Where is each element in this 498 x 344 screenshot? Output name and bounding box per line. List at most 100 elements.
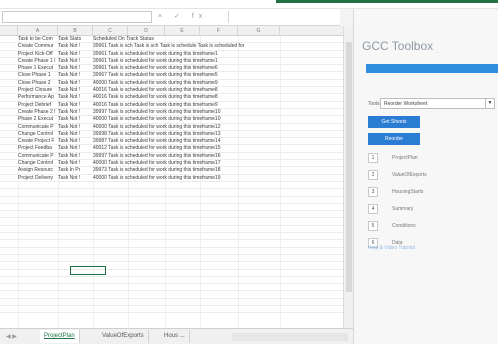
cell-b[interactable]: Task Not !: [58, 94, 93, 101]
column-header[interactable]: E: [165, 26, 200, 36]
reorder-button[interactable]: Reorder: [368, 133, 420, 145]
table-row[interactable]: Project Feedba Task Not ! 40012 Task is sc…: [0, 145, 343, 153]
empty-row[interactable]: [0, 189, 343, 197]
cell-a[interactable]: Change Control: [18, 160, 58, 167]
cell-c[interactable]: Scheduled On Track Status: [93, 36, 343, 43]
cell-c[interactable]: 39998 Task is scheduled for work during …: [93, 131, 343, 138]
order-number[interactable]: 2: [368, 170, 378, 180]
cell-b[interactable]: Task Not !: [58, 72, 93, 79]
table-row[interactable]: Phase 1 Execut Task Not ! 39961 Task is sc…: [0, 65, 343, 73]
empty-row[interactable]: [0, 248, 343, 255]
table-row[interactable]: Close Phase 2 Task Not ! 40000 Task is sch…: [0, 80, 343, 88]
empty-row[interactable]: [0, 255, 343, 263]
cell-a[interactable]: Communicate P: [18, 153, 58, 160]
empty-row[interactable]: [0, 211, 343, 219]
cell-b[interactable]: Task Not !: [58, 124, 93, 131]
get-sheets-button[interactable]: Get Sheets: [368, 116, 420, 128]
table-row[interactable]: Assign Resourc Task In Pr 39973 Task is sc…: [0, 167, 343, 175]
help-link[interactable]: Help & Video Tutorial: [368, 245, 415, 251]
table-row[interactable]: Task to be Com Task Stats Scheduled On Tra…: [0, 36, 343, 44]
table-row[interactable]: Project Debrief Task Not ! 40016 Task is s…: [0, 102, 343, 109]
table-row[interactable]: Create Phase 1 I Task Not ! 39961 Task is …: [0, 58, 343, 66]
column-header[interactable]: D: [128, 26, 165, 36]
table-row[interactable]: Change Control Task Not ! 40000 Task is sc…: [0, 160, 343, 168]
cell-c[interactable]: 39973 Task is scheduled for work during …: [93, 167, 343, 174]
table-row[interactable]: Project Delivery Task Not ! 40000 Task is …: [0, 175, 343, 182]
empty-row[interactable]: [0, 277, 343, 285]
sheet-order-item[interactable]: 4 Summary: [368, 204, 493, 214]
table-row[interactable]: Phase 2 Execut Task Not ! 40000 Task is sc…: [0, 116, 343, 124]
cell-a[interactable]: Create Project F: [18, 138, 58, 145]
tab-projectplan[interactable]: ProjectPlan: [40, 330, 80, 343]
column-header[interactable]: [0, 26, 18, 36]
column-header[interactable]: A: [18, 26, 58, 36]
table-row[interactable]: Communicate P Task Not ! 39997 Task is sch…: [0, 153, 343, 161]
cell-b[interactable]: Task Not !: [58, 160, 93, 167]
cell-b[interactable]: Task Not !: [58, 138, 93, 145]
sheet-order-item[interactable]: 5 Conditions: [368, 221, 493, 231]
empty-row[interactable]: [0, 291, 343, 299]
empty-row[interactable]: [0, 284, 343, 292]
cell-b[interactable]: Task Not !: [58, 87, 93, 94]
cell-a[interactable]: Project Feedba: [18, 145, 58, 152]
cell-a[interactable]: Performance Ap: [18, 94, 58, 101]
tab-nav-arrows[interactable]: ◀ ▶: [6, 333, 17, 340]
table-row[interactable]: Change Control Task Not ! 39998 Task is sc…: [0, 131, 343, 139]
cell-a[interactable]: Phase 2 Execut: [18, 116, 58, 123]
chevron-down-icon[interactable]: ▼: [485, 99, 494, 108]
cell-c[interactable]: 39961 Task is scheduled for work during …: [93, 58, 343, 65]
cell-c[interactable]: 40016 Task is scheduled for work during …: [93, 94, 343, 101]
cell-c[interactable]: 40000 Task is scheduled for work during …: [93, 116, 343, 123]
column-header[interactable]: B: [58, 26, 93, 36]
cell-c[interactable]: 40016 Task is scheduled for work during …: [93, 87, 343, 94]
cell-a[interactable]: Phase 1 Execut: [18, 65, 58, 72]
cell-c[interactable]: 40016 Task is scheduled for work during …: [93, 102, 343, 109]
cell-c[interactable]: 40012 Task is scheduled for work during …: [93, 145, 343, 152]
cell-c[interactable]: 39997 Task is scheduled for work during …: [93, 109, 343, 116]
cell-a[interactable]: Create Phase 2 I: [18, 109, 58, 116]
cell-a[interactable]: Project Closure: [18, 87, 58, 94]
table-row[interactable]: Create Phase 2 I Task Not ! 39997 Task is …: [0, 109, 343, 117]
column-header[interactable]: F: [200, 26, 238, 36]
empty-row[interactable]: [0, 262, 343, 270]
cell-a[interactable]: Create Phase 1 I: [18, 58, 58, 65]
table-row[interactable]: Project Kick-Off Task Not ! 39961 Task is …: [0, 51, 343, 58]
cell-b[interactable]: Task Not !: [58, 43, 93, 50]
table-row[interactable]: Project Closure Task Not ! 40016 Task is s…: [0, 87, 343, 95]
vertical-scrollbar[interactable]: [343, 26, 353, 328]
cell-a[interactable]: Change Control: [18, 131, 58, 138]
formula-input[interactable]: [228, 11, 340, 23]
sheet-order-item[interactable]: 3 HousingStarts: [368, 187, 493, 197]
cell-b[interactable]: Task Not !: [58, 175, 93, 182]
cell-b[interactable]: Task Not !: [58, 131, 93, 138]
empty-row[interactable]: [0, 233, 343, 241]
cell-b[interactable]: Task Not !: [58, 51, 93, 58]
cell-b[interactable]: Task Not !: [58, 65, 93, 72]
cell-c[interactable]: 39961 Task is scheduled for work during …: [93, 65, 343, 72]
cell-a[interactable]: Create Commur: [18, 43, 58, 50]
cell-b[interactable]: Task Stats: [58, 36, 93, 43]
empty-row[interactable]: [0, 226, 343, 234]
sheet-order-item[interactable]: 1 ProjectPlan: [368, 153, 493, 163]
cell-c[interactable]: 40000 Task is scheduled for work during …: [93, 160, 343, 167]
cell-a[interactable]: Communicate P: [18, 124, 58, 131]
name-box[interactable]: [2, 11, 152, 23]
order-number[interactable]: 1: [368, 153, 378, 163]
cell-b[interactable]: Task In Pr: [58, 167, 93, 174]
cell-b[interactable]: Task Not !: [58, 153, 93, 160]
tools-dropdown[interactable]: Reorder Worksheet ▼: [380, 98, 495, 109]
empty-row[interactable]: [0, 270, 343, 277]
column-header[interactable]: C: [93, 26, 128, 36]
order-number[interactable]: 4: [368, 204, 378, 214]
cell-c[interactable]: 39961 Task is sch Task is sch Task is sc…: [93, 43, 343, 50]
selected-cell[interactable]: [70, 266, 106, 275]
cell-c[interactable]: 39997 Task is scheduled for work during …: [93, 153, 343, 160]
scroll-thumb[interactable]: [346, 42, 352, 292]
order-number[interactable]: 3: [368, 187, 378, 197]
cell-b[interactable]: Task Not !: [58, 80, 93, 87]
formula-icons[interactable]: × ✓ fx: [158, 12, 207, 20]
sheet-order-item[interactable]: 2 ValueOfExports: [368, 170, 493, 180]
cell-a[interactable]: Close Phase 1: [18, 72, 58, 79]
cell-c[interactable]: 40000 Task is scheduled for work during …: [93, 124, 343, 131]
cell-b[interactable]: Task Not !: [58, 145, 93, 152]
